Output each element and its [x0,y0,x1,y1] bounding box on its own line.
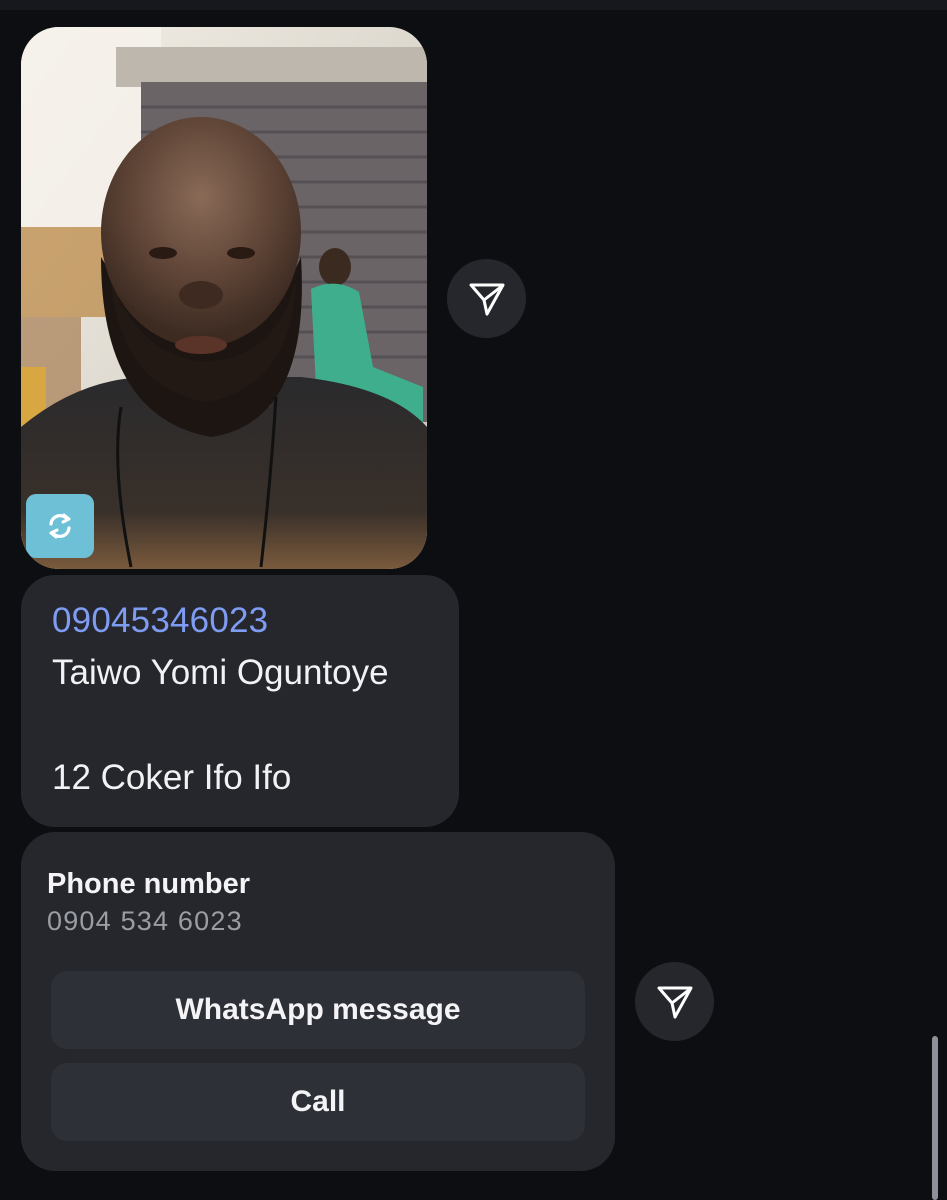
card-phone-number: 0904 534 6023 [47,906,243,936]
forward-contact-button[interactable] [635,962,714,1041]
chat-screen: 09045346023 Taiwo Yomi Oguntoye 12 Coker… [0,0,947,1200]
message-address-line: 12 Coker Ifo Ifo [52,758,292,797]
phone-number-card: Phone number 0904 534 6023 WhatsApp mess… [21,832,615,1171]
call-button[interactable]: Call [51,1063,585,1141]
card-title: Phone number [47,868,251,900]
scrollbar-thumb[interactable] [932,1036,938,1200]
message-name-line: Taiwo Yomi Oguntoye [52,653,389,692]
forward-photo-button[interactable] [447,259,526,338]
top-divider [0,0,947,10]
send-icon [657,986,692,1018]
selfie-photo [21,27,427,569]
sync-icon[interactable] [26,494,94,558]
send-icon [469,283,504,315]
text-message-bubble: 09045346023 Taiwo Yomi Oguntoye 12 Coker… [21,575,459,827]
photo-message[interactable] [21,27,427,569]
phone-number-link[interactable]: 09045346023 [52,601,268,641]
whatsapp-message-button[interactable]: WhatsApp message [51,971,585,1049]
